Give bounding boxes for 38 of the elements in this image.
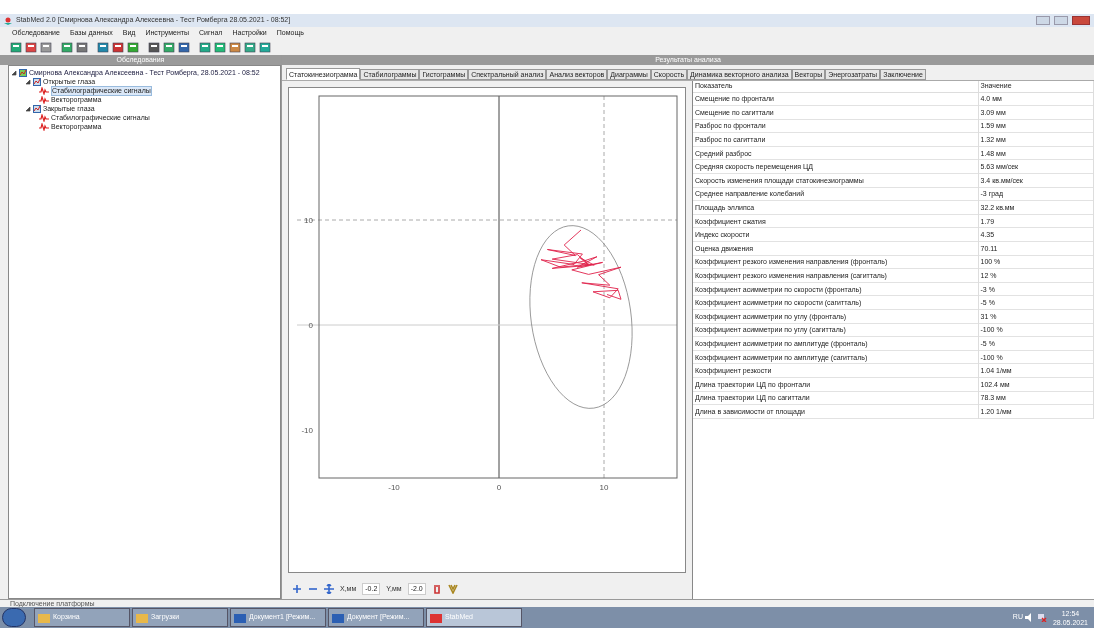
tick-label: 0 <box>308 321 313 330</box>
network-icon[interactable] <box>1036 613 1047 622</box>
toolbar-icon[interactable] <box>199 41 211 53</box>
tick-label: -10 <box>388 483 400 492</box>
tick-label: 0 <box>496 483 502 492</box>
patient-icon <box>19 68 27 77</box>
toolbar-icon[interactable] <box>97 41 109 53</box>
app-icon <box>430 611 442 624</box>
expander-icon[interactable] <box>25 105 31 112</box>
document-icon <box>332 611 344 624</box>
toolbar-icon[interactable] <box>127 41 139 53</box>
toolbar-icon[interactable] <box>244 41 256 53</box>
toolbar-icon[interactable] <box>112 41 124 53</box>
toolbar-icon[interactable] <box>229 41 241 53</box>
tick-label: 10 <box>599 483 609 492</box>
document-icon <box>234 611 246 624</box>
folder-icon <box>136 611 148 624</box>
toolbar-icon[interactable] <box>163 41 175 53</box>
tick-label: 10 <box>304 216 313 225</box>
toolbar-icon[interactable] <box>148 41 160 53</box>
tick-label: -10 <box>301 426 313 435</box>
toolbar-icon[interactable] <box>40 41 52 53</box>
toolbar-icon[interactable] <box>76 41 88 53</box>
toolbar-icon[interactable] <box>61 41 73 53</box>
expander-icon[interactable] <box>25 78 31 85</box>
chart-icon <box>33 104 41 113</box>
toolbar-icon[interactable] <box>178 41 190 53</box>
toolbar-icon[interactable] <box>10 41 22 53</box>
app-icon <box>4 16 12 25</box>
toolbar-icon[interactable] <box>25 41 37 53</box>
toolbar-icon[interactable] <box>259 41 271 53</box>
move-icon[interactable] <box>324 584 334 594</box>
zoom-in-icon[interactable] <box>292 584 302 594</box>
chart-icon <box>33 77 41 86</box>
start-button[interactable] <box>2 608 26 627</box>
expander-icon[interactable] <box>11 69 17 76</box>
folder-icon <box>38 611 50 624</box>
toolbar-icon[interactable] <box>214 41 226 53</box>
